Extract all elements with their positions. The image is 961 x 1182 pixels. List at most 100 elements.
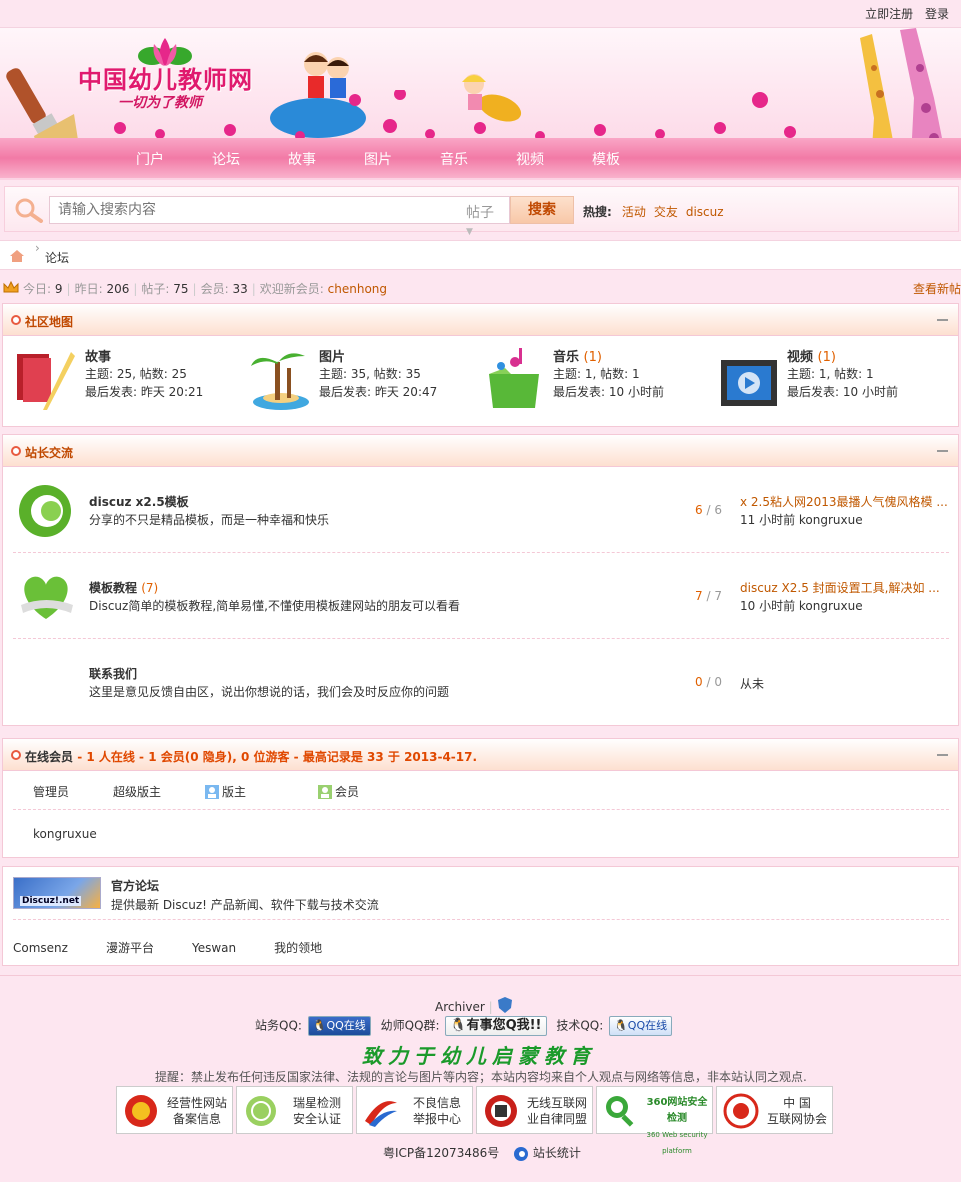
forum-description: Discuz简单的模板教程,简单易懂,不懂使用模板建网站的朋友可以看看 xyxy=(89,599,460,613)
online-members-box: 在线会员 - 1 人在线 - 1 会员(0 隐身), 0 位游客 - 最高记录是… xyxy=(2,738,959,858)
breadcrumb: › 论坛 xyxy=(0,240,961,270)
links-box: Discuz!.net 官方论坛 提供最新 Discuz! 产品新闻、软件下载与… xyxy=(2,866,959,966)
category-name[interactable]: 故事 xyxy=(85,346,111,365)
category-name[interactable]: 图片 xyxy=(319,346,345,365)
search-input[interactable] xyxy=(49,196,461,224)
police-badge-icon xyxy=(125,1095,157,1127)
category-counts: 主题: 1, 帖数: 1 xyxy=(787,367,874,381)
collapse-icon[interactable] xyxy=(937,450,948,452)
globe-icon xyxy=(246,1096,276,1126)
badge-isc[interactable]: 中 国互联网协会 xyxy=(716,1086,833,1134)
webmaster-header: 站长交流 xyxy=(3,435,958,467)
nav-portal[interactable]: 门户 xyxy=(136,149,212,169)
search-icon xyxy=(15,198,43,223)
qq-group-label: 幼师QQ群: xyxy=(380,1018,440,1033)
collapse-icon[interactable] xyxy=(937,319,948,321)
forum-stats: 今日: 9 | 昨日: 206 | 帖子: 75 | 会员: 33 | 欢迎新会员: chenh… xyxy=(0,276,961,300)
cnzz-icon xyxy=(514,1146,529,1161)
category-counts: 主题: 35, 帖数: 35 xyxy=(319,367,421,381)
category-last-post: 最后发表: 昨天 20:47 xyxy=(319,385,438,399)
archiver-link[interactable]: Archiver | xyxy=(435,996,513,1014)
hot-searches: 热搜: 活动 交友 discuz xyxy=(583,203,732,220)
nav-video[interactable]: 视频 xyxy=(516,149,592,169)
forum-last-post[interactable]: x 2.5粘人网2013最播人气傀风格模 ... xyxy=(740,493,948,510)
qq-message-button[interactable]: 🐧有事您Q我!! xyxy=(445,1016,547,1036)
user-icon xyxy=(205,784,220,799)
today-label: 今日: xyxy=(23,282,52,296)
newest-member-link[interactable]: chenhong xyxy=(328,282,387,296)
penguin-icon: 🐧 xyxy=(614,1019,628,1032)
hot-item[interactable]: discuz xyxy=(686,205,724,219)
nav-templates[interactable]: 模板 xyxy=(592,149,668,169)
category-counts: 主题: 1, 帖数: 1 xyxy=(553,367,640,381)
nav-forum[interactable]: 论坛 xyxy=(212,149,288,169)
online-title[interactable]: 在线会员 - 1 人在线 - 1 会员(0 隐身), 0 位游客 - 最高记录是… xyxy=(25,748,477,765)
header-banner: 中国幼儿教师网 一切为了教师 门户 论坛 故事 图片 音乐 视频 模板 xyxy=(0,28,961,180)
nav-story[interactable]: 故事 xyxy=(288,149,364,169)
qq-online-button[interactable]: 🐧QQ在线 xyxy=(609,1016,673,1036)
search-button[interactable]: 搜索 xyxy=(510,196,574,224)
collapse-icon[interactable] xyxy=(937,754,948,756)
category-video[interactable]: 视频 (1) 主题: 1, 帖数: 1 最后发表: 10 小时前 xyxy=(715,344,935,414)
links-title[interactable]: 官方论坛 xyxy=(111,877,159,894)
discuz-logo[interactable]: Discuz!.net xyxy=(13,877,101,909)
divider xyxy=(13,919,949,920)
legend-mod: 版主 xyxy=(205,783,290,800)
view-new-posts-link[interactable]: 查看新帖 xyxy=(913,280,961,297)
search-type-label: 帖子 xyxy=(466,205,494,221)
members-count: 33 xyxy=(232,282,248,296)
icp-link[interactable]: 粤ICP备12073486号 xyxy=(383,1146,499,1160)
badge-report[interactable]: 不良信息 举报中心 xyxy=(356,1086,473,1134)
online-user-link[interactable]: kongruxue xyxy=(33,827,97,841)
forum-description: 这里是意见反馈自由区，说出你想说的话，我们会及时反应你的问题 xyxy=(89,685,450,699)
nav-music[interactable]: 音乐 xyxy=(440,149,516,169)
top-bar: 立即注册 登录 xyxy=(0,0,961,28)
qq-online-button[interactable]: 🐧QQ在线 xyxy=(307,1016,371,1036)
forum-name[interactable]: 模板教程 (7) xyxy=(89,579,158,596)
trust-seal-icon xyxy=(723,1093,759,1129)
badge-wireless[interactable]: 无线互联网 业自律同盟 xyxy=(476,1086,593,1134)
members-label: 会员: xyxy=(200,282,229,296)
penguin-icon: 🐧 xyxy=(450,1018,467,1033)
home-icon[interactable] xyxy=(9,249,25,263)
category-name[interactable]: 音乐 (1) xyxy=(553,346,602,365)
link-item[interactable]: Yeswan xyxy=(192,941,236,955)
search-type-select[interactable]: 帖子 ▼ xyxy=(460,196,510,237)
nav-pictures[interactable]: 图片 xyxy=(364,149,440,169)
category-name[interactable]: 视频 (1) xyxy=(787,346,836,365)
music-folder-icon xyxy=(489,348,539,408)
link-item[interactable]: 我的领地 xyxy=(274,939,322,956)
community-map-title[interactable]: 社区地图 xyxy=(25,313,73,330)
stat-line: 今日: 9 | 昨日: 206 | 帖子: 75 | 会员: 33 | 欢迎新会员: chenh… xyxy=(23,282,388,296)
link-item[interactable]: Comsenz xyxy=(13,941,68,955)
forum-last-post[interactable]: discuz X2.5 封面设置工具,解决如 ... xyxy=(740,579,940,596)
posts-label: 帖子: xyxy=(141,282,170,296)
badge-rising[interactable]: 瑞星检测 安全认证 xyxy=(236,1086,353,1134)
webmaster-title[interactable]: 站长交流 xyxy=(25,444,73,461)
main-nav: 门户 论坛 故事 图片 音乐 视频 模板 xyxy=(136,149,668,169)
site-stats-link[interactable]: 站长统计 xyxy=(533,1146,581,1160)
chevron-down-icon: ▼ xyxy=(466,227,473,237)
forum-name[interactable]: 联系我们 xyxy=(89,665,137,682)
film-strip-icon xyxy=(721,360,777,406)
breadcrumb-current[interactable]: 论坛 xyxy=(45,249,69,266)
forum-name[interactable]: discuz x2.5模板 xyxy=(89,493,189,510)
register-link[interactable]: 立即注册 xyxy=(865,7,913,21)
links-description: 提供最新 Discuz! 产品新闻、软件下载与技术交流 xyxy=(111,898,379,912)
search-bar: 帖子 ▼ 搜索 热搜: 活动交友 discuz xyxy=(4,186,959,237)
category-music[interactable]: 音乐 (1) 主题: 1, 帖数: 1 最后发表: 10 小时前 xyxy=(481,344,701,414)
penguin-icon: 🐧 xyxy=(312,1019,327,1032)
hot-label: 热搜: xyxy=(583,205,612,219)
category-story[interactable]: 故事 主题: 25, 帖数: 25 最后发表: 昨天 20:21 xyxy=(13,344,233,414)
login-link[interactable]: 登录 xyxy=(925,7,949,21)
link-item[interactable]: 漫游平台 xyxy=(106,939,154,956)
badge-360[interactable]: 360网站安全检测 360 Web security platform xyxy=(596,1086,713,1155)
icp-row: 粤ICP备12073486号 站长统计 xyxy=(383,1144,581,1162)
hot-item[interactable]: 活动 xyxy=(622,205,646,219)
user-icon xyxy=(318,784,333,799)
online-legend: 管理员 超级版主 版主 会员 xyxy=(33,783,447,800)
category-pictures[interactable]: 图片 主题: 35, 帖数: 35 最后发表: 昨天 20:47 xyxy=(247,344,467,414)
hot-item[interactable]: 交友 xyxy=(654,205,678,219)
webmaster-box: 站长交流 discuz x2.5模板 分享的不只是精品模板，而是一种幸福和快乐 … xyxy=(2,434,959,726)
badge-icp[interactable]: 经营性网站 备案信息 xyxy=(116,1086,233,1134)
